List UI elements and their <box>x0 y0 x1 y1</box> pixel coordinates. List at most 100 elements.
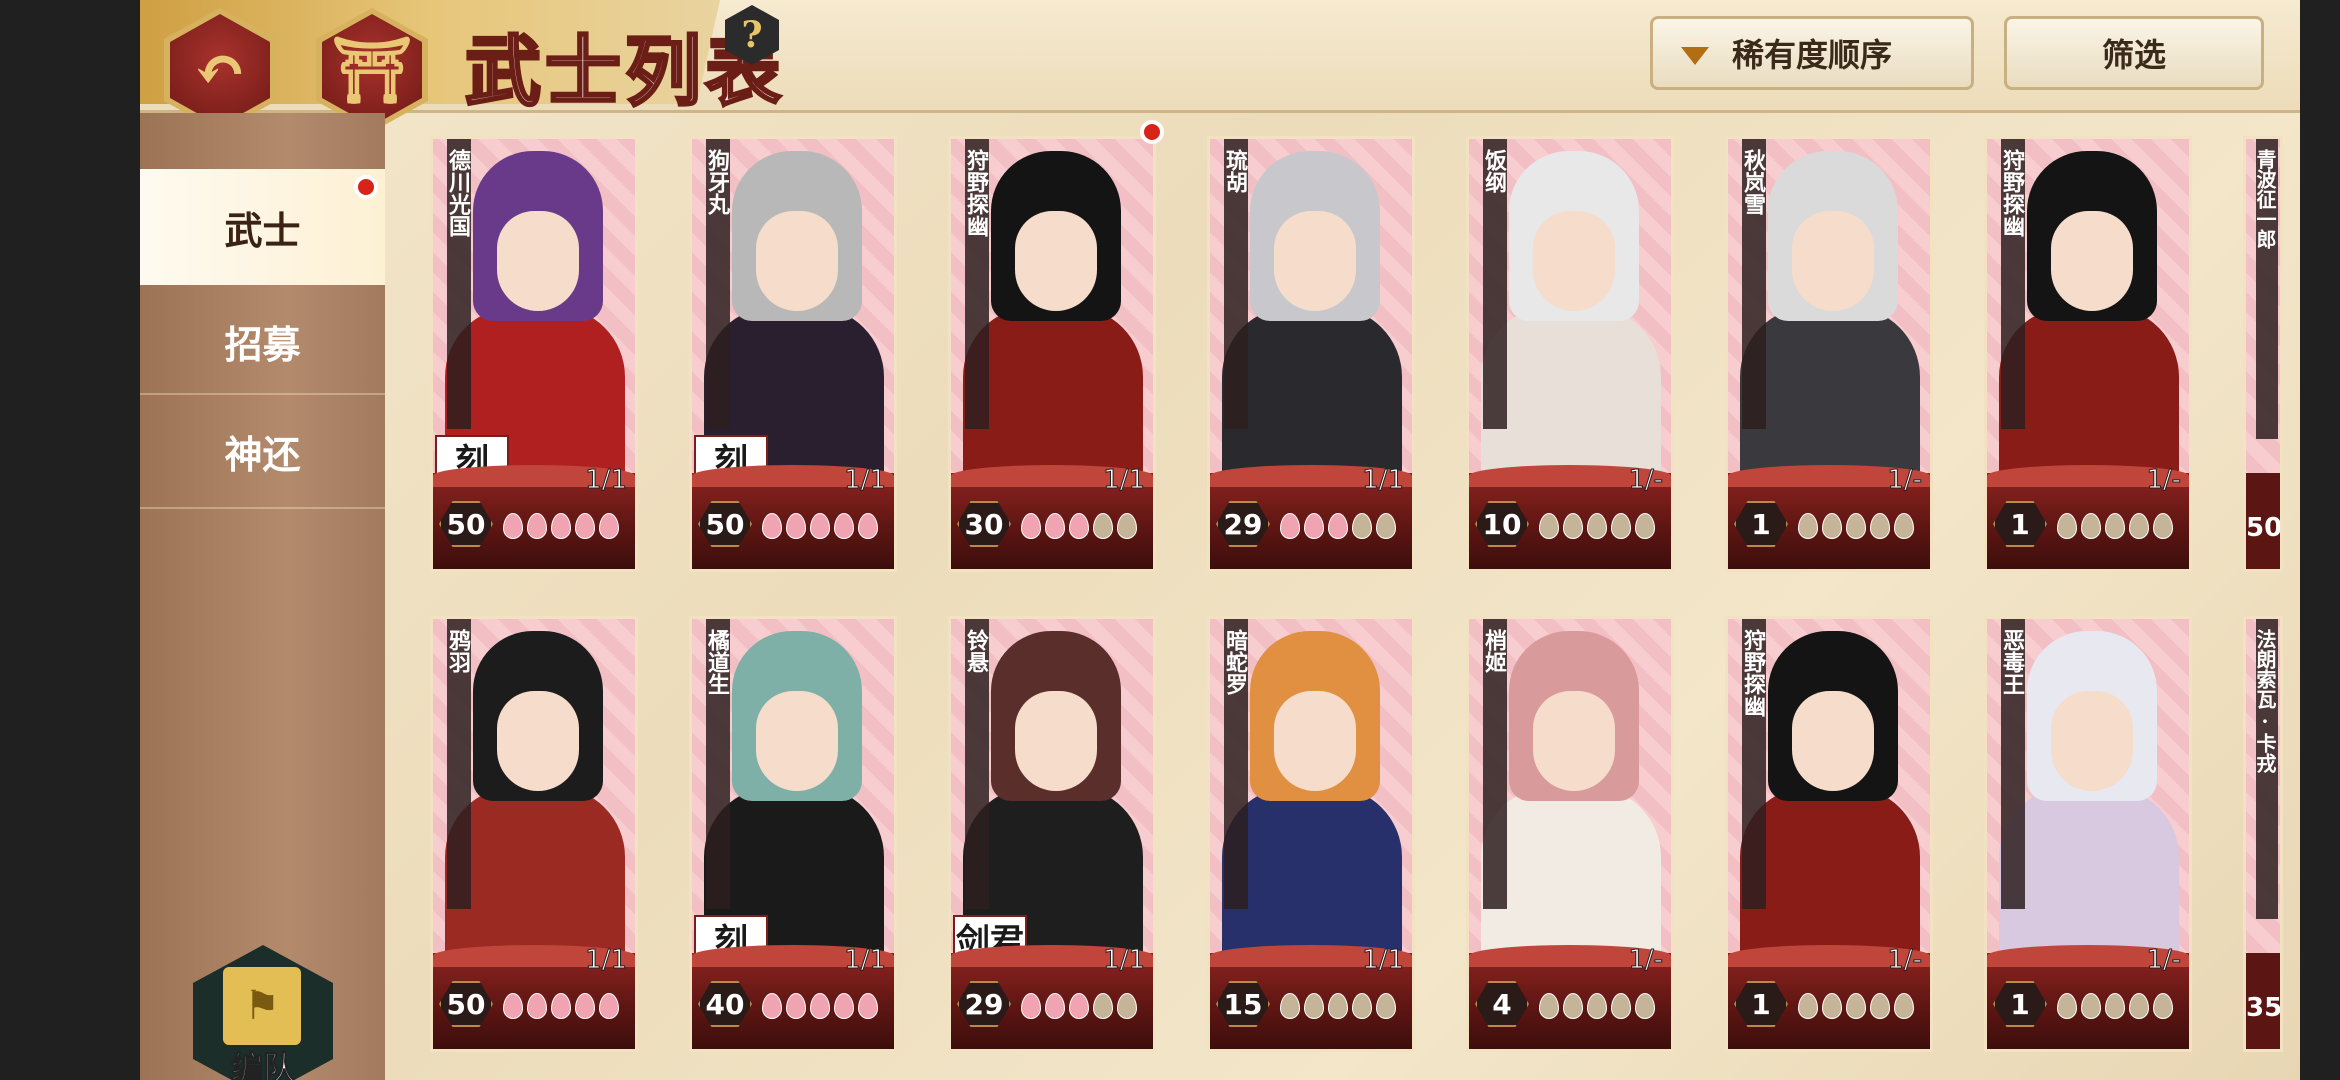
samurai-card[interactable]: 德川光国刻 1/1 50 <box>430 136 638 572</box>
samurai-card[interactable]: 铃悬 剑君 1/1 29 <box>948 616 1156 1052</box>
character-name: 暗蛇罗 <box>1222 629 1248 695</box>
petal-icon <box>1376 993 1396 1019</box>
petal-icon <box>1021 993 1041 1019</box>
filter-label: 筛选 <box>2101 36 2166 74</box>
portrait-face <box>1792 691 1874 791</box>
copy-count: 1/1 <box>844 945 887 976</box>
petal-icon <box>551 513 571 539</box>
character-name: 橘道生 <box>704 629 730 695</box>
petal-icon <box>503 513 523 539</box>
tab-recruit[interactable]: 招募 <box>140 289 385 395</box>
petal-icon <box>2057 513 2077 539</box>
level-value: 50 <box>2246 473 2280 569</box>
portrait-face <box>497 691 579 791</box>
portrait-face <box>1533 211 1615 311</box>
petal-icon <box>810 513 830 539</box>
petal-icon <box>1045 513 1065 539</box>
samurai-card[interactable]: 暗蛇罗 1/1 15 <box>1207 616 1415 1052</box>
tab-return[interactable]: 神还 <box>140 395 385 509</box>
torii-home-icon: ⛩ <box>322 14 422 126</box>
sort-rarity-button[interactable]: 稀有度顺序 <box>1650 16 1974 90</box>
petal-icon <box>1822 513 1842 539</box>
petal-icon <box>1635 993 1655 1019</box>
character-name: 青波征一郎 <box>2253 149 2277 249</box>
petal-icon <box>834 993 854 1019</box>
petal-icon <box>1021 513 1041 539</box>
samurai-card[interactable]: 狩野探幽 1/1 30 <box>948 136 1156 572</box>
portrait-face <box>2051 691 2133 791</box>
petal-icon <box>1304 513 1324 539</box>
sidebar: 武士 招募 神还 ⚑ 编队 <box>140 113 385 1080</box>
petal-icon <box>1069 993 1089 1019</box>
petal-icon <box>1280 993 1300 1019</box>
copy-count: 1/- <box>1887 465 1923 496</box>
petal-icon <box>1822 993 1842 1019</box>
card-footer: 1/1 50 <box>692 465 894 569</box>
samurai-card[interactable]: 狗牙丸刻 1/1 50 <box>689 136 897 572</box>
portrait-body <box>1481 787 1661 967</box>
samurai-card[interactable]: 恶毒王 1/- 1 <box>1984 616 2192 1052</box>
copy-count: 1/1 <box>585 465 628 496</box>
petal-icon <box>599 513 619 539</box>
petal-icon <box>2153 513 2173 539</box>
awakening-petals <box>1021 993 1137 1019</box>
petal-icon <box>527 993 547 1019</box>
samurai-card[interactable]: 琉胡 1/1 29 <box>1207 136 1415 572</box>
petal-icon <box>762 513 782 539</box>
notification-dot <box>354 175 378 199</box>
copy-count: 1/1 <box>585 945 628 976</box>
petal-icon <box>1069 513 1089 539</box>
samurai-card-partial[interactable]: 青波征一郎 50 <box>2243 136 2283 572</box>
samurai-card[interactable]: 秋岚雪 1/- 1 <box>1725 136 1933 572</box>
portrait-body <box>445 787 625 967</box>
level-hex: 1 <box>1734 981 1788 1027</box>
petal-icon <box>1798 513 1818 539</box>
banner-icon: ⚑ <box>223 967 301 1045</box>
petal-icon <box>1280 513 1300 539</box>
level-hex: 29 <box>1216 501 1270 547</box>
card-footer: 1/- 1 <box>1728 945 1930 1049</box>
awakening-petals <box>1539 513 1655 539</box>
card-footer: 1/- 10 <box>1469 465 1671 569</box>
petal-icon <box>1563 993 1583 1019</box>
formation-button[interactable]: ⚑ 编队 <box>193 945 333 1080</box>
samurai-card[interactable]: 鸦羽 1/1 50 <box>430 616 638 1052</box>
awakening-petals <box>1280 513 1396 539</box>
samurai-card[interactable]: 狩野探幽 1/- 1 <box>1725 616 1933 1052</box>
awakening-petals <box>503 993 619 1019</box>
petal-icon <box>2153 993 2173 1019</box>
samurai-card[interactable]: 梢姬 1/- 4 <box>1466 616 1674 1052</box>
portrait-body <box>1740 307 1920 487</box>
tab-samurai[interactable]: 武士 <box>140 169 385 285</box>
awakening-petals <box>762 993 878 1019</box>
petal-icon <box>1611 513 1631 539</box>
petal-icon <box>599 993 619 1019</box>
petal-icon <box>810 993 830 1019</box>
copy-count: 1/- <box>1628 465 1664 496</box>
card-footer: 1/1 50 <box>433 945 635 1049</box>
samurai-card-partial[interactable]: 法朗索瓦·卡戎 35 <box>2243 616 2283 1052</box>
petal-icon <box>1846 513 1866 539</box>
samurai-card[interactable]: 橘道生刻 1/1 40 <box>689 616 897 1052</box>
filter-button[interactable]: 筛选 <box>2004 16 2264 90</box>
samurai-list-screen: ↶ ⛩ 武士列表 ? 稀有度顺序 筛选 武士 招募 神还 ⚑ 编队 德川光国 刻… <box>140 0 2300 1080</box>
petal-icon <box>1093 513 1113 539</box>
petal-icon <box>1611 993 1631 1019</box>
petal-icon <box>762 993 782 1019</box>
petal-icon <box>858 993 878 1019</box>
level-value: 35 <box>2246 953 2280 1049</box>
copy-count: 1/- <box>2146 945 2182 976</box>
samurai-card[interactable]: 狩野探幽 1/- 1 <box>1984 136 2192 572</box>
card-footer: 1/- 1 <box>1987 945 2189 1049</box>
awakening-petals <box>1280 993 1396 1019</box>
petal-icon <box>1117 513 1137 539</box>
level-hex: 30 <box>957 501 1011 547</box>
portrait-face <box>1274 211 1356 311</box>
portrait-face <box>756 211 838 311</box>
petal-icon <box>1563 513 1583 539</box>
portrait-face <box>1015 211 1097 311</box>
character-name: 鸦羽 <box>445 629 471 673</box>
card-footer: 1/- 4 <box>1469 945 1671 1049</box>
petal-icon <box>1376 513 1396 539</box>
samurai-card[interactable]: 饭纲 1/- 10 <box>1466 136 1674 572</box>
